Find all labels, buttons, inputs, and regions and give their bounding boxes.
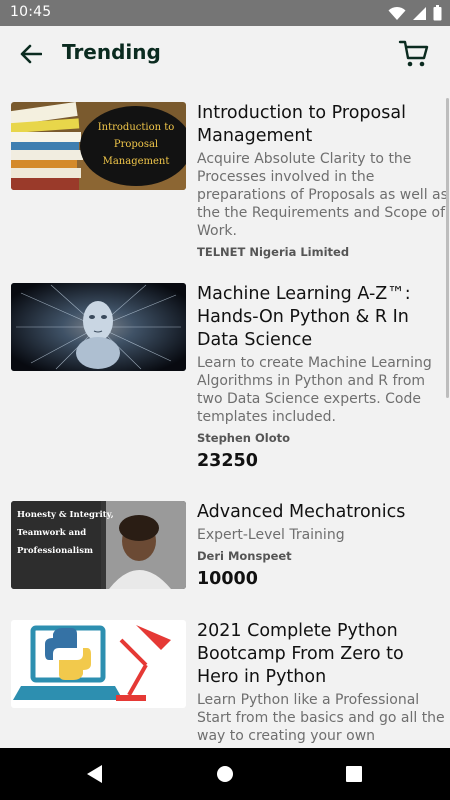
course-item[interactable]: 2021 Complete Python Bootcamp From Zero … (11, 620, 447, 748)
thumb-caption: Honesty & Integrity, (17, 510, 114, 520)
course-item[interactable]: Honesty & Integrity, Teamwork and Profes… (11, 501, 447, 601)
course-thumbnail: Introduction to Proposal Management (11, 102, 186, 190)
course-item[interactable]: Machine Learning A-Z™: Hands-On Python &… (11, 283, 447, 473)
nav-back-icon (87, 765, 102, 783)
course-list[interactable]: Introduction to Proposal Management Intr… (0, 82, 450, 748)
arrow-back-icon (20, 44, 42, 64)
course-title: 2021 Complete Python Bootcamp From Zero … (197, 621, 404, 687)
page-title: Trending (62, 40, 161, 64)
status-bar: 10:45 (0, 0, 450, 26)
nav-home-icon (217, 766, 233, 782)
status-icons (388, 5, 442, 21)
course-thumbnail (11, 283, 186, 371)
thumb-caption: Introduction to (98, 122, 175, 133)
thumb-caption: Professionalism (17, 546, 93, 556)
battery-icon (433, 5, 442, 21)
thumb-caption: Management (103, 156, 170, 167)
course-title: Introduction to Proposal Management (197, 103, 406, 146)
course-author: TELNET Nigeria Limited (197, 245, 350, 259)
course-title: Machine Learning A-Z™: Hands-On Python &… (197, 284, 411, 350)
course-description: Expert-Level Training (197, 527, 345, 543)
cart-icon (398, 40, 429, 67)
thumb-caption: Proposal (114, 139, 158, 150)
signal-icon (413, 6, 426, 20)
course-info: Machine Learning A-Z™: Hands-On Python &… (197, 283, 449, 472)
system-nav-bar (0, 748, 450, 800)
status-time: 10:45 (10, 4, 52, 20)
nav-recents-icon (346, 766, 362, 782)
course-info: 2021 Complete Python Bootcamp From Zero … (197, 620, 449, 745)
course-info: Introduction to Proposal Management Acqu… (197, 102, 449, 260)
course-info: Advanced Mechatronics Expert-Level Train… (197, 501, 449, 590)
nav-home-button[interactable] (213, 762, 237, 786)
course-author: Stephen Oloto (197, 431, 291, 445)
wifi-icon (388, 6, 406, 20)
thumb-caption: Teamwork and (17, 528, 86, 538)
course-description: Learn to create Machine Learning Algorit… (197, 355, 432, 425)
course-title: Advanced Mechatronics (197, 502, 406, 522)
course-description: Acquire Absolute Clarity to the Processe… (197, 151, 448, 239)
course-thumbnail: Honesty & Integrity, Teamwork and Profes… (11, 501, 186, 589)
course-item[interactable]: Introduction to Proposal Management Intr… (11, 102, 449, 262)
app-bar: Trending (0, 26, 450, 82)
course-description: Learn Python like a Professional Start f… (197, 692, 445, 744)
back-button[interactable] (16, 40, 46, 68)
course-price: 23250 (197, 451, 258, 471)
cart-button[interactable] (398, 38, 430, 70)
nav-recents-button[interactable] (342, 762, 366, 786)
course-thumbnail (11, 620, 186, 708)
nav-back-button[interactable] (84, 762, 108, 786)
course-price: 10000 (197, 569, 258, 589)
scrollbar[interactable] (446, 98, 449, 398)
course-author: Deri Monspeet (197, 549, 292, 563)
